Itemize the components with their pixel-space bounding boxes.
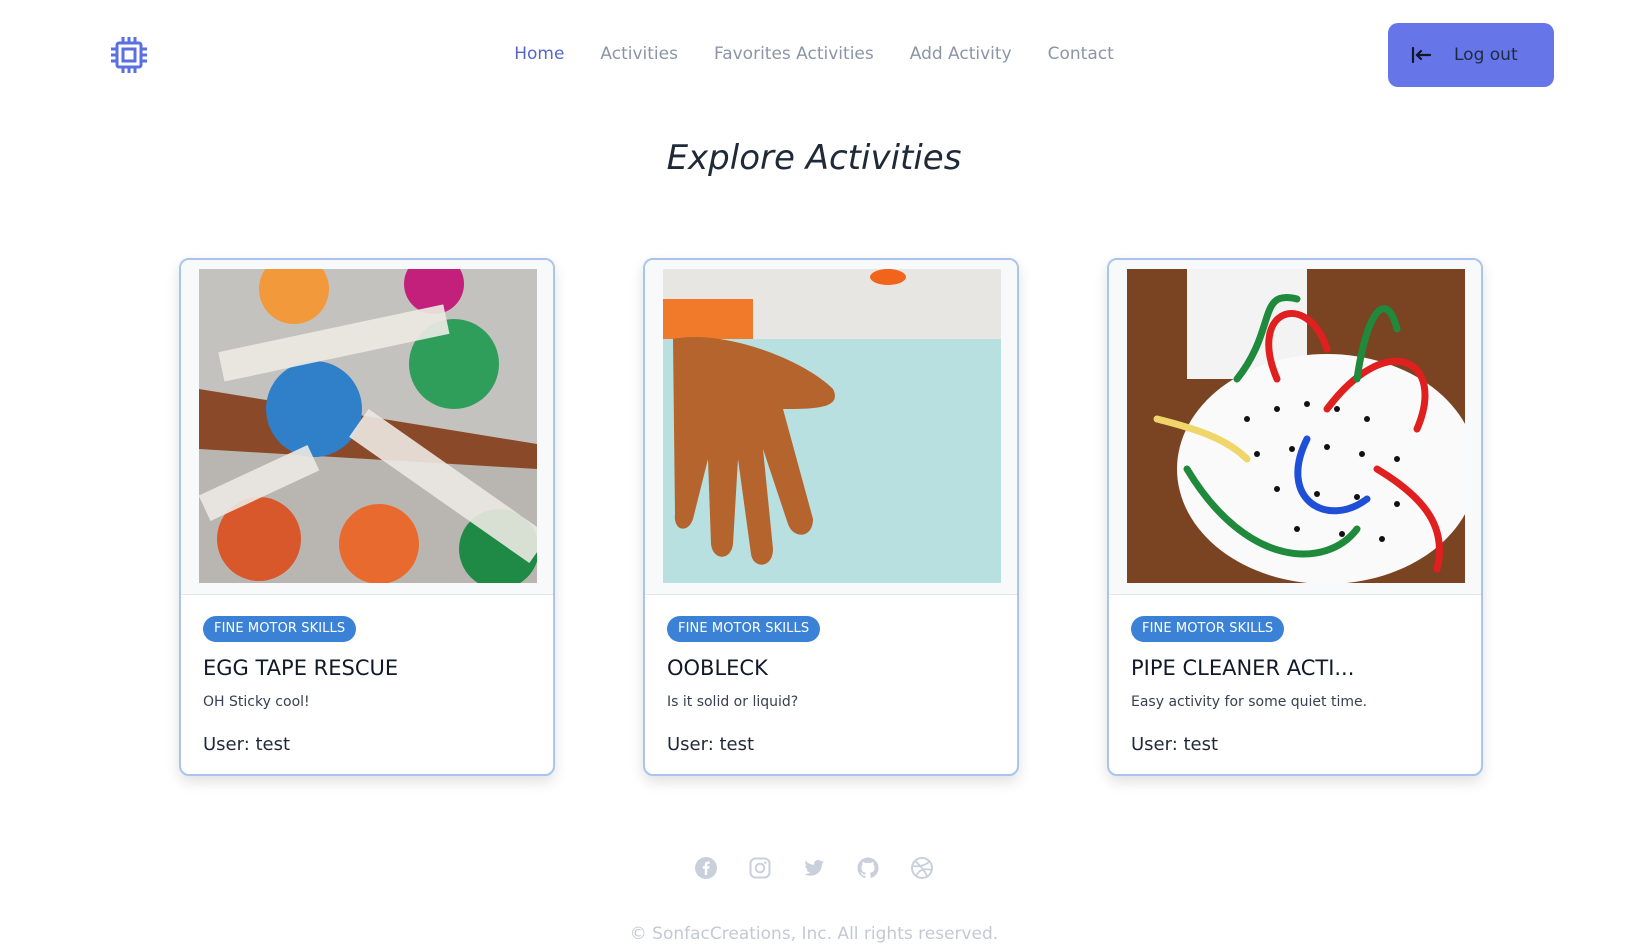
main-nav: Home Activities Favorites Activities Add… bbox=[0, 44, 1628, 64]
social-links bbox=[0, 856, 1628, 880]
dribbble-icon[interactable] bbox=[910, 856, 934, 880]
nav-home[interactable]: Home bbox=[514, 44, 564, 64]
card-image-frame bbox=[645, 260, 1017, 595]
card-image-frame bbox=[1109, 260, 1481, 595]
logout-button[interactable]: Log out bbox=[1388, 23, 1554, 87]
card-user: User: test bbox=[1131, 734, 1219, 755]
egg-tray-photo bbox=[199, 269, 537, 583]
page-title: Explore Activities bbox=[666, 138, 962, 178]
category-badge: FINE MOTOR SKILLS bbox=[203, 616, 357, 642]
github-icon[interactable] bbox=[856, 856, 880, 880]
activity-card[interactable]: FINE MOTOR SKILLS PIPE CLEANER ACTI... E… bbox=[1107, 258, 1483, 776]
nav-activities[interactable]: Activities bbox=[600, 44, 678, 64]
pipe-cleaner-photo bbox=[1127, 269, 1465, 583]
oobleck-photo bbox=[663, 269, 1001, 583]
nav-contact[interactable]: Contact bbox=[1048, 44, 1114, 64]
card-image-frame bbox=[181, 260, 553, 595]
nav-favorites-activities[interactable]: Favorites Activities bbox=[714, 44, 874, 64]
copyright-text: © SonfacCreations, Inc. All rights reser… bbox=[629, 924, 999, 944]
nav-add-activity[interactable]: Add Activity bbox=[910, 44, 1012, 64]
card-description: Is it solid or liquid? bbox=[667, 694, 799, 710]
instagram-icon[interactable] bbox=[748, 856, 772, 880]
card-description: Easy activity for some quiet time. bbox=[1131, 694, 1368, 710]
card-user: User: test bbox=[203, 734, 291, 755]
category-badge: FINE MOTOR SKILLS bbox=[667, 616, 821, 642]
card-title: EGG TAPE RESCUE bbox=[203, 656, 399, 680]
card-user: User: test bbox=[667, 734, 755, 755]
activity-cards: FINE MOTOR SKILLS EGG TAPE RESCUE OH Sti… bbox=[179, 258, 1483, 778]
header: Home Activities Favorites Activities Add… bbox=[0, 0, 1628, 110]
card-title: OOBLECK bbox=[667, 656, 768, 680]
twitter-icon[interactable] bbox=[802, 856, 826, 880]
facebook-icon[interactable] bbox=[694, 856, 718, 880]
card-description: OH Sticky cool! bbox=[203, 694, 310, 710]
activity-card[interactable]: FINE MOTOR SKILLS EGG TAPE RESCUE OH Sti… bbox=[179, 258, 555, 776]
card-title: PIPE CLEANER ACTI... bbox=[1131, 656, 1355, 680]
category-badge: FINE MOTOR SKILLS bbox=[1131, 616, 1285, 642]
activity-card[interactable]: FINE MOTOR SKILLS OOBLECK Is it solid or… bbox=[643, 258, 1019, 776]
logout-arrow-icon bbox=[1411, 46, 1432, 64]
logout-label: Log out bbox=[1454, 45, 1518, 65]
